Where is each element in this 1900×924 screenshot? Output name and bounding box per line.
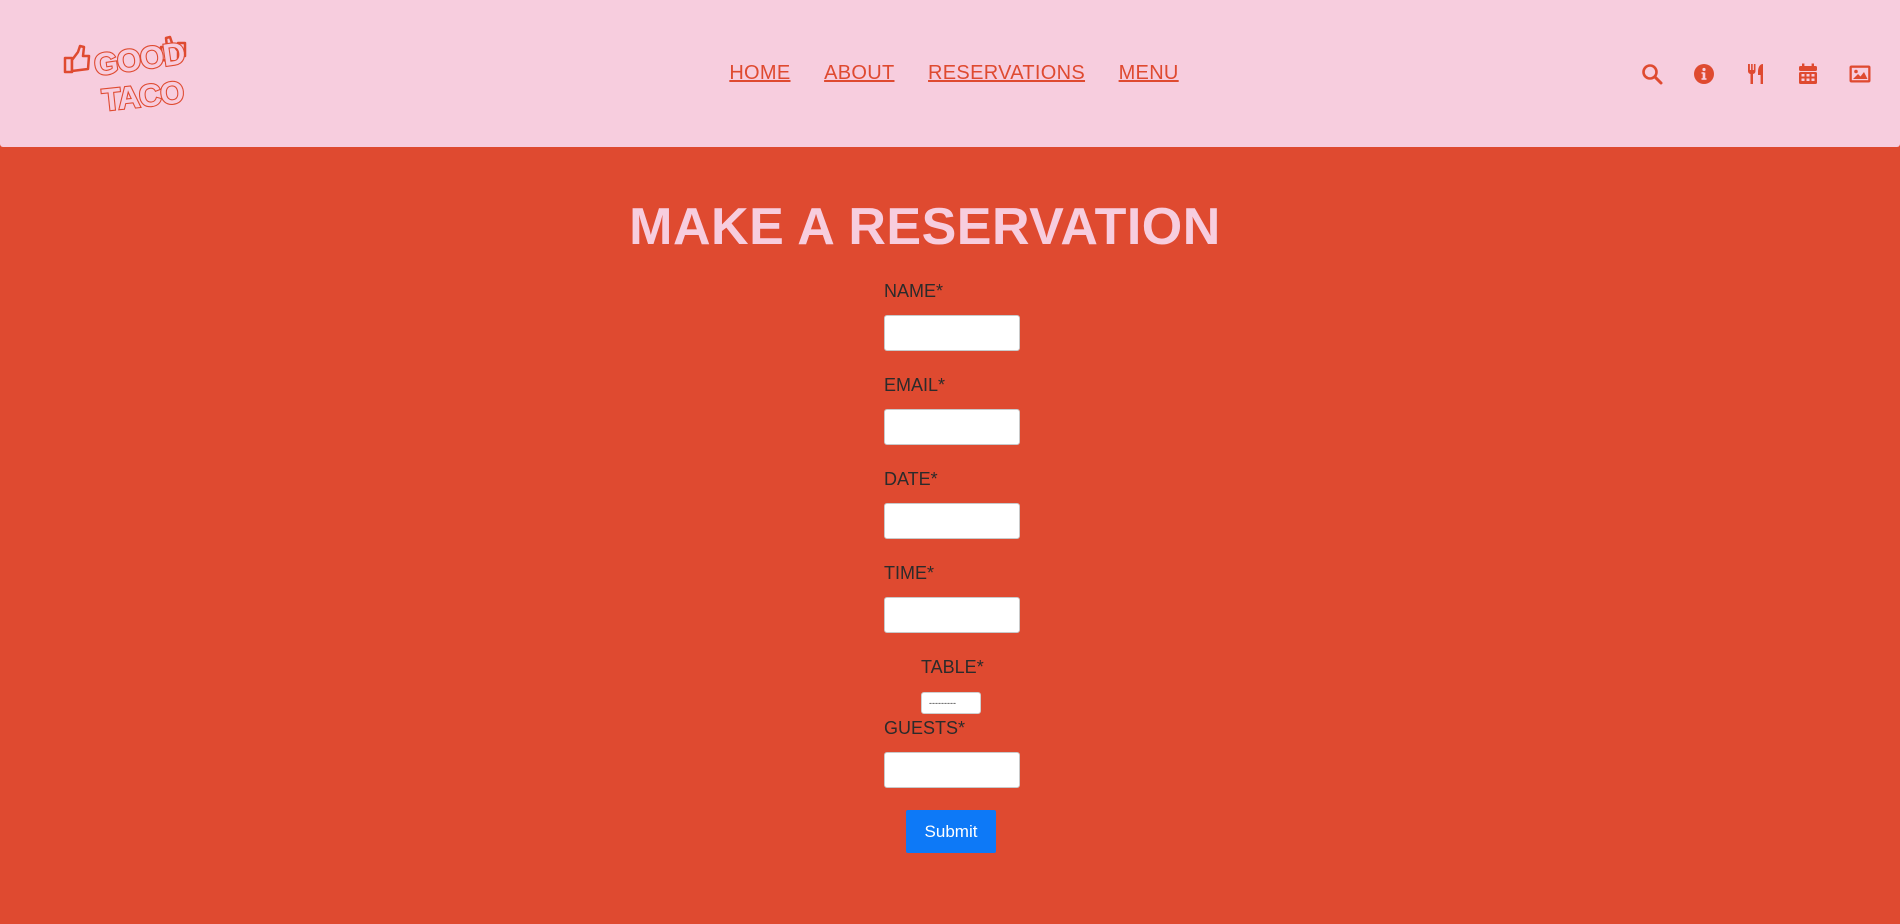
page-title: MAKE A RESERVATION xyxy=(629,198,1221,256)
name-label: NAME* xyxy=(884,281,944,301)
nav-about-link[interactable]: ABOUT xyxy=(824,58,894,88)
email-input[interactable] xyxy=(884,409,1020,445)
time-input[interactable] xyxy=(884,597,1020,633)
guests-input[interactable] xyxy=(884,752,1020,788)
table-selected-value: --------- xyxy=(929,698,956,708)
guests-label: GUESTS* xyxy=(884,718,966,738)
image-icon[interactable] xyxy=(1848,62,1872,86)
info-icon[interactable] xyxy=(1692,62,1716,86)
search-icon[interactable] xyxy=(1640,62,1664,86)
name-input[interactable] xyxy=(884,315,1020,351)
nav-menu-link[interactable]: MENU xyxy=(1119,58,1179,88)
nav-home-link[interactable]: HOME xyxy=(729,58,790,88)
date-label: DATE* xyxy=(884,469,938,489)
utensils-icon[interactable] xyxy=(1744,62,1768,86)
email-label: EMAIL* xyxy=(884,375,946,395)
table-label: TABLE* xyxy=(921,657,984,677)
time-label: TIME* xyxy=(884,563,935,583)
main-nav: HOME ABOUT RESERVATIONS MENU xyxy=(0,58,1900,88)
nav-reservations-link[interactable]: RESERVATIONS xyxy=(928,58,1085,88)
calendar-icon[interactable] xyxy=(1796,62,1820,86)
top-navigation-bar: GOOD TACO HOME ABOUT RESERVATIONS MENU xyxy=(0,0,1900,147)
table-select[interactable]: --------- xyxy=(921,692,981,714)
date-input[interactable] xyxy=(884,503,1020,539)
submit-button[interactable]: Submit xyxy=(906,810,996,853)
